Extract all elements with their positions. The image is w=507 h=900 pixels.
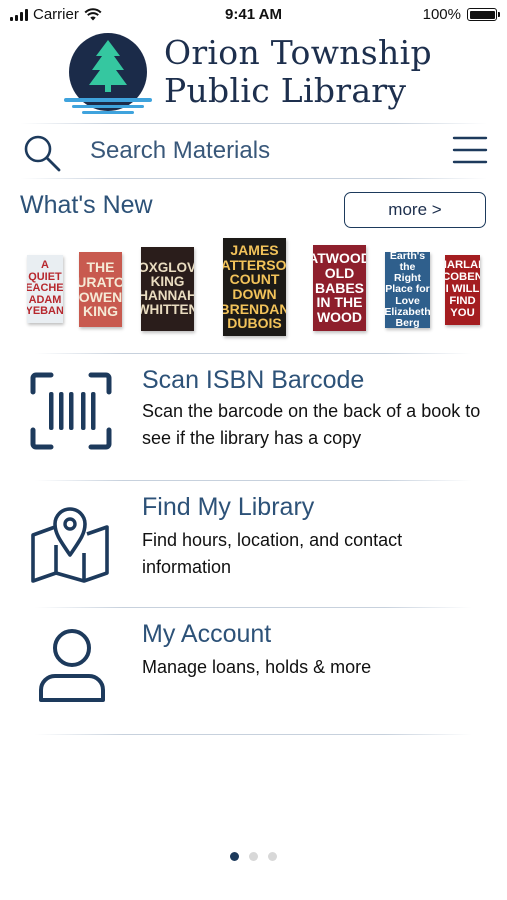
book-cover-text: BRENDAN DUBOIS — [223, 300, 286, 332]
find-library-title: Find My Library — [142, 493, 315, 521]
page-indicator — [0, 852, 507, 861]
more-button[interactable]: more > — [344, 192, 486, 228]
search-input[interactable] — [90, 134, 420, 168]
scan-divider — [35, 480, 472, 481]
page-dot[interactable] — [230, 852, 239, 861]
search-icon[interactable] — [22, 133, 62, 173]
user-icon — [39, 629, 105, 702]
book-cover-text: KING — [150, 273, 185, 289]
book-cover-text: CURATOR — [79, 273, 122, 290]
book-cover[interactable]: ATWOODOLD BABES IN THE WOOD — [313, 245, 366, 331]
whats-new-title: What's New — [20, 191, 153, 219]
library-name-line1: Orion Township — [164, 33, 432, 72]
page-dot[interactable] — [268, 852, 277, 861]
find-library-divider — [35, 607, 472, 608]
scan-isbn-description: Scan the barcode on the back of a book t… — [142, 401, 481, 448]
search-divider — [20, 178, 487, 179]
scan-isbn-row[interactable]: Scan ISBN Barcode Scan the barcode on th… — [0, 360, 507, 476]
book-cover-text: Elizabeth Berg — [385, 305, 430, 328]
book-cover-text: WHITTEN — [141, 302, 194, 318]
book-cover[interactable]: JAMES PATTERSONCOUNTDOWNBRENDAN DUBOIS — [223, 238, 286, 336]
scan-isbn-title: Scan ISBN Barcode — [142, 366, 365, 394]
book-cover-text: OLD BABES IN THE WOOD — [314, 264, 364, 326]
barcode-scan-icon — [30, 372, 112, 450]
book-cover-text: ATWOOD — [313, 250, 366, 267]
find-library-row[interactable]: Find My Library Find hours, location, an… — [0, 487, 507, 603]
book-cover-text: OWEN KING — [79, 288, 122, 320]
hamburger-menu-icon[interactable] — [450, 132, 490, 168]
book-cover[interactable]: THECURATOROWEN KING — [79, 252, 122, 327]
battery-icon — [467, 8, 500, 21]
book-cover[interactable]: Earth's the Right Place for Love Elizabeth B… — [385, 252, 430, 328]
app-header: Orion Township Public Library — [0, 30, 507, 120]
tree-over-water-logo — [64, 33, 152, 114]
status-bar: Carrier 9:41 AM 100% — [0, 0, 507, 30]
find-library-description: Find hours, location, and contact inform… — [142, 530, 403, 577]
page-dot[interactable] — [249, 852, 258, 861]
battery-percent: 100% — [422, 6, 461, 23]
book-cover-text: A QUIET — [28, 259, 62, 283]
book-cover-text: Love — [395, 294, 420, 307]
book-cover[interactable]: A QUIETTEACHERADAMOYEBANJI — [27, 255, 63, 323]
book-cover-text: OYEBANJI — [27, 305, 63, 318]
book-cover-text: THE — [86, 259, 115, 276]
my-account-row[interactable]: My Account Manage loans, holds & more — [0, 614, 507, 730]
my-account-title: My Account — [142, 620, 272, 648]
book-cover-text: the Right — [394, 261, 421, 285]
search-bar — [0, 124, 507, 178]
library-name: Orion Township Public Library — [164, 34, 432, 110]
books-divider — [35, 353, 472, 354]
book-cover[interactable]: FOXGLOVEKINGHANNAHWHITTEN — [141, 247, 194, 331]
book-cover-text: DOWN — [232, 286, 277, 302]
book-cover-text: FIND YOU — [449, 294, 476, 319]
book-cover-text: JAMES PATTERSON — [223, 241, 286, 273]
book-cover-text: Place for — [385, 283, 430, 296]
book-cover-text: HANNAH — [141, 288, 194, 303]
book-cover-text: FOXGLOVE — [141, 259, 194, 275]
status-right: 100% — [422, 6, 500, 23]
library-name-line2: Public Library — [164, 71, 407, 110]
account-divider — [35, 734, 472, 735]
my-account-description: Manage loans, holds & more — [142, 657, 372, 677]
book-cover[interactable]: HARLANCOBENI WILLFIND YOU — [445, 255, 480, 325]
book-cover-text: COUNT — [229, 271, 280, 288]
map-pin-icon — [31, 507, 109, 583]
